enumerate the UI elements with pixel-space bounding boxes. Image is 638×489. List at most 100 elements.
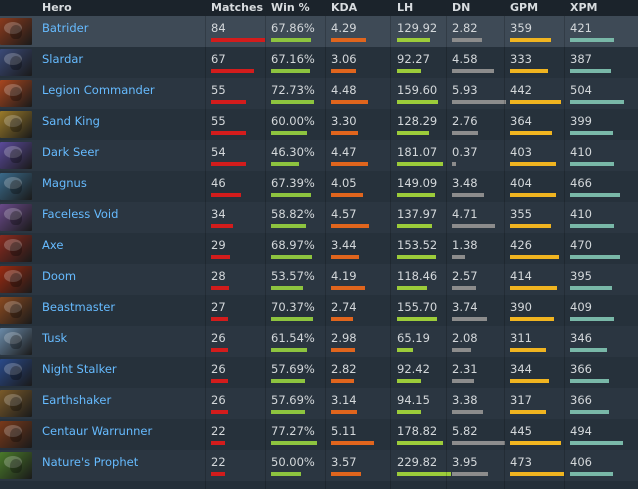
portrait-face xyxy=(10,149,22,163)
gpm-value: 426 xyxy=(510,238,532,252)
table-row[interactable]: Night Stalker 26 57.69% 2.82 92.42 2.31 344 366 xyxy=(0,357,638,388)
faceless-void-portrait-icon[interactable] xyxy=(0,204,32,231)
kda-bar xyxy=(331,162,368,166)
night-stalker-portrait-icon[interactable] xyxy=(0,359,32,386)
hero-name-link[interactable]: Legion Commander xyxy=(42,78,155,102)
kda-bar xyxy=(331,255,359,259)
hero-name-link[interactable]: Beastmaster xyxy=(42,295,115,319)
last-hits-bar xyxy=(397,224,432,228)
magnus-portrait-icon[interactable] xyxy=(0,173,32,200)
hero-name-link[interactable]: Dark Seer xyxy=(42,140,99,164)
kda-bar-track xyxy=(331,379,385,383)
xpm-bar xyxy=(570,38,614,42)
table-row[interactable]: Slardar 67 67.16% 3.06 92.27 4.58 333 387 xyxy=(0,47,638,78)
table-row[interactable]: Faceless Void 34 58.82% 4.57 137.97 4.71 355 41… xyxy=(0,202,638,233)
table-row[interactable]: Nature's Prophet 22 50.00% 3.57 229.82 3.95 47… xyxy=(0,450,638,481)
win-rate-bar xyxy=(271,472,301,476)
gpm-bar xyxy=(510,286,557,290)
xpm-bar xyxy=(570,193,620,197)
gpm-bar xyxy=(510,379,549,383)
gpm-bar xyxy=(510,255,559,259)
gpm-bar xyxy=(510,193,556,197)
table-row[interactable]: Tusk 26 61.54% 2.98 65.19 2.08 311 346 xyxy=(0,326,638,357)
win-rate-bar xyxy=(271,286,303,290)
table-row[interactable]: Beastmaster 27 70.37% 2.74 155.70 3.74 390 409 xyxy=(0,295,638,326)
matches-bar xyxy=(211,410,228,414)
column-divider xyxy=(504,16,505,489)
slardar-portrait-icon[interactable] xyxy=(0,49,32,76)
last-hits-bar-track xyxy=(397,348,451,352)
tusk-portrait-icon[interactable] xyxy=(0,328,32,355)
hero-name-link[interactable]: Faceless Void xyxy=(42,202,118,226)
legion-commander-portrait-icon[interactable] xyxy=(0,80,32,107)
natures-prophet-portrait-icon[interactable] xyxy=(0,452,32,479)
doom-portrait-icon[interactable] xyxy=(0,266,32,293)
table-row[interactable]: Earthshaker 26 57.69% 3.14 94.15 3.38 317 366 xyxy=(0,388,638,419)
kda-bar xyxy=(331,348,355,352)
last-hits-bar xyxy=(397,193,435,197)
table-row[interactable]: Sand King 55 60.00% 3.30 128.29 2.76 364 399 xyxy=(0,109,638,140)
kda-bar xyxy=(331,410,357,414)
sand-king-portrait-icon[interactable] xyxy=(0,111,32,138)
hero-name-link[interactable]: Axe xyxy=(42,233,63,257)
hero-name-link[interactable]: Batrider xyxy=(42,16,88,40)
win-rate-value: 77.27% xyxy=(271,424,315,438)
matches-value: 26 xyxy=(211,362,226,376)
xpm-bar-track xyxy=(570,317,624,321)
table-row[interactable]: Legion Commander 55 72.73% 4.48 159.60 5.93 44… xyxy=(0,78,638,109)
table-row[interactable]: Dark Seer 54 46.30% 4.47 181.07 0.37 403 410 xyxy=(0,140,638,171)
kda-column-header[interactable]: KDA xyxy=(331,0,357,16)
denies-bar xyxy=(452,100,506,104)
hero-name-link[interactable]: Slardar xyxy=(42,47,83,71)
table-row[interactable]: Axe 29 68.97% 3.44 153.52 1.38 426 470 xyxy=(0,233,638,264)
table-row[interactable]: Doom 28 53.57% 4.19 118.46 2.57 414 395 xyxy=(0,264,638,295)
matches-bar-track xyxy=(211,224,265,228)
earthshaker-portrait-icon[interactable] xyxy=(0,390,32,417)
win-rate-bar-track xyxy=(271,379,325,383)
batrider-portrait-icon[interactable] xyxy=(0,18,32,45)
hero-name-link[interactable]: Centaur Warrunner xyxy=(42,419,152,443)
denies-value: 4.58 xyxy=(452,52,478,66)
xpm-bar xyxy=(570,162,614,166)
xpm-value: 409 xyxy=(570,300,592,314)
hero-column-header[interactable]: Hero xyxy=(42,0,72,16)
denies-column-header[interactable]: DN xyxy=(452,0,470,16)
last-hits-bar xyxy=(397,100,438,104)
hero-name-link[interactable]: Earthshaker xyxy=(42,388,111,412)
win-rate-value: 57.69% xyxy=(271,362,315,376)
table-row[interactable]: Centaur Warrunner 22 77.27% 5.11 178.82 5.82 4… xyxy=(0,419,638,450)
table-row[interactable]: Batrider 84 67.86% 4.29 129.92 2.82 359 421 xyxy=(0,16,638,47)
hero-name-link[interactable]: Magnus xyxy=(42,171,87,195)
hero-name-link[interactable]: Night Stalker xyxy=(42,357,117,381)
xpm-bar-track xyxy=(570,69,624,73)
dark-seer-portrait-icon[interactable] xyxy=(0,142,32,169)
hero-name-link[interactable]: Nature's Prophet xyxy=(42,450,138,474)
matches-column-header[interactable]: Matches xyxy=(211,0,263,16)
axe-portrait-icon[interactable] xyxy=(0,235,32,262)
xpm-bar-track xyxy=(570,162,624,166)
win-rate-bar-track xyxy=(271,69,325,73)
gpm-column-header[interactable]: GPM xyxy=(510,0,538,16)
win-rate-column-header[interactable]: Win % xyxy=(271,0,310,16)
hero-name-link[interactable]: Sand King xyxy=(42,109,100,133)
gpm-value: 473 xyxy=(510,455,532,469)
denies-bar xyxy=(452,162,456,166)
gpm-bar xyxy=(510,441,561,445)
win-rate-value: 68.97% xyxy=(271,238,315,252)
beastmaster-portrait-icon[interactable] xyxy=(0,297,32,324)
xpm-column-header[interactable]: XPM xyxy=(570,0,598,16)
gpm-bar xyxy=(510,162,556,166)
last-hits-value: 181.07 xyxy=(397,145,438,159)
last-hits-column-header[interactable]: LH xyxy=(397,0,413,16)
portrait-face xyxy=(10,180,22,194)
hero-name-link[interactable]: Doom xyxy=(42,264,76,288)
hero-name-link[interactable]: Tusk xyxy=(42,326,67,350)
kda-value: 4.29 xyxy=(331,21,357,35)
centaur-warrunner-portrait-icon[interactable] xyxy=(0,421,32,448)
table-row[interactable]: Magnus 46 67.39% 4.05 149.09 3.48 404 466 xyxy=(0,171,638,202)
gpm-value: 364 xyxy=(510,114,532,128)
gpm-bar xyxy=(510,317,554,321)
last-hits-bar-track xyxy=(397,472,451,476)
kda-value: 4.47 xyxy=(331,145,357,159)
table-header: Hero Matches Win % KDA LH DN GPM XPM xyxy=(0,0,638,16)
